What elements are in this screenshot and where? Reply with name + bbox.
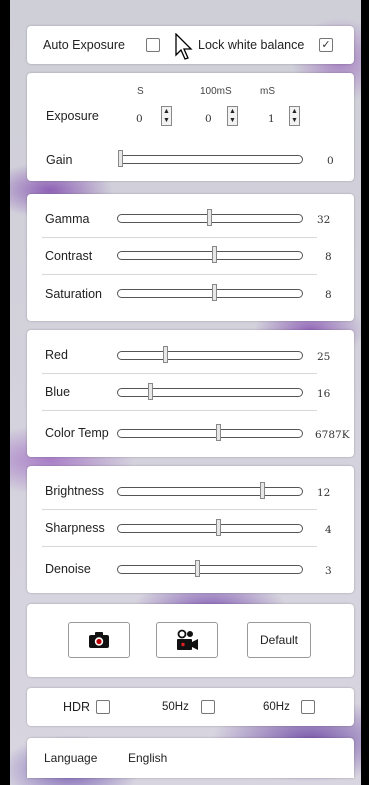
divider bbox=[42, 509, 317, 510]
exposure-ms-spinner[interactable]: ▲ ▼ bbox=[289, 106, 300, 126]
auto-exposure-label: Auto Exposure bbox=[43, 38, 125, 52]
brightness-label: Brightness bbox=[45, 484, 105, 498]
unit-100ms-label: 100mS bbox=[200, 86, 232, 97]
gamma-label: Gamma bbox=[45, 212, 90, 226]
exposure-ms-value: 1 bbox=[268, 113, 275, 125]
contrast-label: Contrast bbox=[45, 249, 93, 263]
divider bbox=[42, 237, 317, 238]
exposure-card: S 100mS mS Exposure 0 ▲ ▼ 0 ▲ ▼ 1 ▲ ▼ Gain … bbox=[27, 73, 354, 181]
exposure-100ms-spinner[interactable]: ▲ ▼ bbox=[227, 106, 238, 126]
sharpness-slider[interactable] bbox=[117, 519, 303, 536]
exposure-seconds-value: 0 bbox=[136, 113, 143, 125]
saturation-value: 8 bbox=[325, 289, 332, 301]
saturation-slider[interactable] bbox=[117, 284, 303, 301]
saturation-slider-thumb[interactable] bbox=[212, 284, 217, 301]
red-slider[interactable] bbox=[117, 346, 303, 363]
sharpness-value: 4 bbox=[325, 524, 332, 536]
sharpness-slider-thumb[interactable] bbox=[216, 519, 221, 536]
unit-seconds-label: S bbox=[137, 86, 144, 97]
video-camera-icon bbox=[177, 629, 198, 650]
hz60-checkbox[interactable] bbox=[301, 700, 315, 714]
red-value: 25 bbox=[317, 351, 331, 363]
gain-value: 0 bbox=[327, 155, 334, 167]
color-temp-slider[interactable] bbox=[117, 424, 303, 441]
actions-card: Default bbox=[27, 604, 354, 677]
contrast-value: 8 bbox=[325, 251, 332, 263]
divider bbox=[42, 410, 317, 411]
divider bbox=[42, 546, 317, 547]
image-card: Brightness 12 Sharpness 4 Denoise 3 bbox=[27, 466, 354, 593]
hdr-checkbox[interactable] bbox=[96, 700, 110, 714]
saturation-label: Saturation bbox=[45, 287, 102, 301]
gain-slider[interactable] bbox=[118, 150, 303, 167]
divider bbox=[42, 373, 317, 374]
denoise-slider-thumb[interactable] bbox=[195, 560, 200, 577]
contrast-slider-thumb[interactable] bbox=[212, 246, 217, 263]
camera-icon bbox=[89, 632, 109, 648]
blue-label: Blue bbox=[45, 385, 71, 399]
brightness-value: 12 bbox=[317, 487, 331, 499]
gain-slider-thumb[interactable] bbox=[118, 150, 123, 167]
language-selector[interactable]: English bbox=[128, 751, 167, 765]
right-border bbox=[361, 0, 369, 785]
flicker-card: HDR 50Hz 60Hz bbox=[27, 688, 354, 726]
red-slider-thumb[interactable] bbox=[163, 346, 168, 363]
blue-slider-thumb[interactable] bbox=[148, 383, 153, 400]
contrast-slider[interactable] bbox=[117, 246, 303, 263]
brightness-slider-thumb[interactable] bbox=[260, 482, 265, 499]
lock-white-balance-label: Lock white balance bbox=[198, 38, 305, 52]
color-temp-label: Color Temp bbox=[45, 426, 109, 440]
gamma-value: 32 bbox=[317, 214, 331, 226]
record-video-button[interactable] bbox=[156, 622, 218, 658]
denoise-slider[interactable] bbox=[117, 560, 303, 577]
auto-exposure-checkbox[interactable] bbox=[146, 38, 160, 52]
exposure-label: Exposure bbox=[46, 109, 99, 123]
denoise-label: Denoise bbox=[45, 562, 91, 576]
language-label: Language bbox=[44, 751, 98, 765]
brightness-slider[interactable] bbox=[117, 482, 303, 499]
exposure-100ms-value: 0 bbox=[205, 113, 212, 125]
gain-label: Gain bbox=[46, 153, 73, 167]
exposure-seconds-spinner[interactable]: ▲ ▼ bbox=[161, 106, 172, 126]
color-temp-slider-thumb[interactable] bbox=[216, 424, 221, 441]
mouse-pointer-icon bbox=[175, 33, 193, 60]
default-button[interactable]: Default bbox=[247, 622, 311, 658]
blue-value: 16 bbox=[317, 388, 331, 400]
hdr-label: HDR bbox=[63, 700, 91, 714]
gamma-slider[interactable] bbox=[117, 209, 303, 226]
left-border bbox=[0, 0, 10, 785]
sharpness-label: Sharpness bbox=[45, 521, 105, 535]
hz50-label: 50Hz bbox=[162, 701, 189, 713]
unit-ms-label: mS bbox=[260, 86, 275, 97]
color-temp-value: 6787K bbox=[315, 429, 350, 441]
red-label: Red bbox=[45, 348, 68, 362]
hz50-checkbox[interactable] bbox=[201, 700, 215, 714]
denoise-value: 3 bbox=[325, 565, 332, 577]
lock-white-balance-checkbox[interactable]: ✓ bbox=[319, 38, 333, 52]
tone-card: Gamma 32 Contrast 8 Saturation 8 bbox=[27, 194, 354, 321]
divider bbox=[42, 274, 317, 275]
color-card: Red 25 Blue 16 Color Temp 6787K bbox=[27, 330, 354, 457]
snapshot-button[interactable] bbox=[68, 622, 130, 658]
gamma-slider-thumb[interactable] bbox=[207, 209, 212, 226]
language-card: Language English bbox=[27, 738, 354, 778]
blue-slider[interactable] bbox=[117, 383, 303, 400]
hz60-label: 60Hz bbox=[263, 701, 290, 713]
